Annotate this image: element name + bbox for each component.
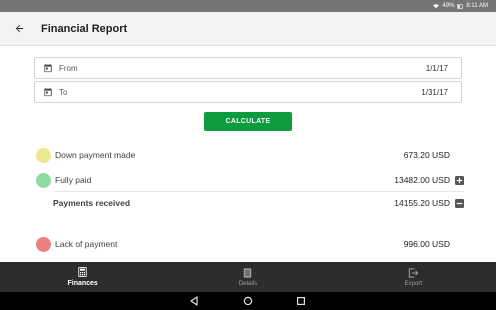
from-label: From <box>59 63 78 73</box>
down-payment-label: Down payment made <box>55 150 136 160</box>
back-triangle-icon[interactable] <box>188 295 200 307</box>
calendar-icon <box>44 87 52 97</box>
from-date-field[interactable]: From 1/1/17 <box>34 57 462 79</box>
status-bar: 49% 8:11 AM <box>0 0 496 12</box>
divider <box>54 191 464 192</box>
wifi-icon <box>433 3 440 8</box>
plus-box-icon[interactable] <box>455 175 464 185</box>
payments-received-amount: 14155.20 USD <box>394 198 450 208</box>
status-dot-yellow <box>36 147 51 163</box>
battery-icon <box>457 3 464 9</box>
nav-label-details: Details <box>238 280 258 287</box>
recents-square-icon[interactable] <box>295 295 307 307</box>
nav-item-details[interactable]: Details <box>165 262 330 292</box>
row-fully-paid: Fully paid 13482.00 USD <box>36 170 464 190</box>
battery-percent: 49% <box>442 3 455 9</box>
export-icon <box>408 267 419 278</box>
payments-received-label: Payments received <box>53 198 131 208</box>
from-value: 1/1/17 <box>425 63 448 73</box>
fully-paid-label: Fully paid <box>55 175 92 185</box>
row-payments-received: Payments received 14155.20 USD <box>36 193 464 213</box>
lack-of-payment-amount: 996.00 USD <box>403 239 450 249</box>
lack-of-payment-label: Lack of payment <box>55 239 118 249</box>
arrow-back-icon <box>15 24 23 33</box>
clock: 8:11 AM <box>466 3 488 9</box>
calculate-button[interactable]: CALCULATE <box>204 112 292 131</box>
to-value: 1/31/17 <box>421 87 448 97</box>
status-dot-green <box>36 172 51 188</box>
to-label: To <box>59 87 68 97</box>
to-date-field[interactable]: To 1/31/17 <box>34 81 462 103</box>
calendar-icon <box>44 63 52 73</box>
minus-box-icon[interactable] <box>455 198 464 208</box>
nav-label-export: Export <box>404 280 422 287</box>
calculator-icon <box>78 267 87 277</box>
bottom-navigation: Finances Details Export <box>0 262 496 292</box>
app-bar: Financial Report <box>0 12 496 46</box>
row-lack-of-payment: Lack of payment 996.00 USD <box>36 234 464 254</box>
system-navigation-bar <box>0 292 496 310</box>
nav-item-export[interactable]: Export <box>331 262 496 292</box>
list-icon <box>244 267 252 278</box>
home-circle-icon[interactable] <box>242 295 254 307</box>
back-button[interactable] <box>0 12 38 46</box>
nav-label-finances: Finances <box>67 280 98 287</box>
fully-paid-amount: 13482.00 USD <box>394 175 450 185</box>
row-down-payment: Down payment made 673.20 USD <box>36 145 464 165</box>
status-dot-red <box>36 236 51 252</box>
down-payment-amount: 673.20 USD <box>403 150 450 160</box>
page-title: Financial Report <box>41 22 128 35</box>
nav-item-finances[interactable]: Finances <box>0 262 165 292</box>
